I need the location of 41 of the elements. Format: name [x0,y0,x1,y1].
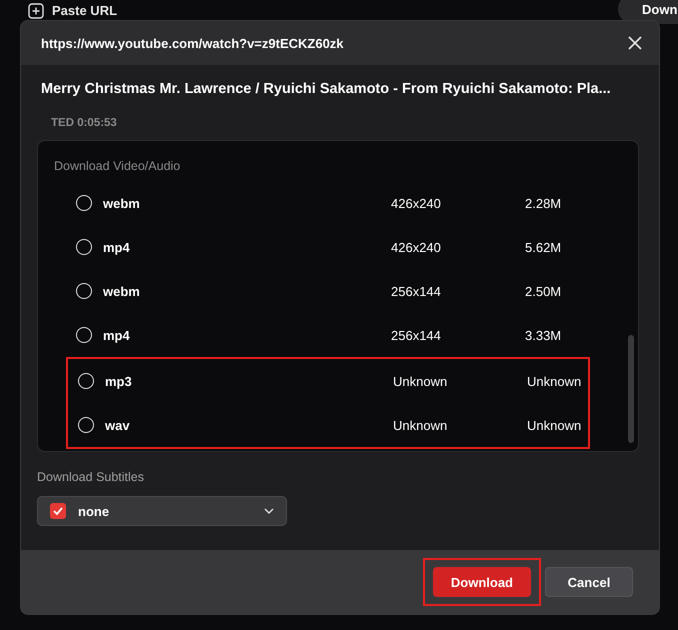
download-button[interactable]: Down [618,0,678,24]
check-icon [53,507,63,515]
dropdown-value: none [78,504,110,518]
radio-button[interactable] [76,239,92,255]
video-url: https://www.youtube.com/watch?v=z9tECKZ60zk [41,36,344,50]
subtitles-label: Download Subtitles [37,470,146,484]
radio-button[interactable] [76,283,92,299]
chevron-down-icon [264,508,274,514]
resolution-text: 426x240 [391,240,442,254]
radio-button[interactable] [76,195,92,211]
checkbox[interactable] [50,503,66,519]
file-size-text: 5.62M [525,240,562,254]
format-name: mp3 [105,374,133,388]
video-meta: TED 0:05:53 [51,117,118,129]
format-name: wav [105,418,131,432]
close-icon[interactable] [627,35,643,51]
file-size-text: 2.50M [525,284,562,298]
resolution-text: Unknown [393,374,448,388]
format-name: webm [103,196,141,210]
scrollbar-thumb[interactable] [628,335,634,443]
format-name: mp4 [103,240,131,254]
radio-button[interactable] [78,417,94,433]
file-size-text: Unknown [527,418,582,432]
video-title: Merry Christmas Mr. Lawrence / Ryuichi Sakamoto - From Ryuichi Sakamoto: Pla... [41,81,611,97]
radio-button[interactable] [78,373,94,389]
download-button[interactable]: Download [432,567,531,597]
file-size-text: Unknown [527,374,582,388]
resolution-text: 256x144 [391,328,442,342]
radio-button[interactable] [76,327,92,343]
resolution-text: 256x144 [391,284,442,298]
resolution-text: Unknown [393,418,448,432]
section-label: Download Video/Audio [54,159,182,173]
resolution-text: 426x240 [391,196,442,210]
subtitles-dropdown[interactable]: none [37,496,287,526]
cancel-button[interactable]: Cancel [545,567,633,597]
paste-url-label[interactable]: Paste URL [52,2,118,18]
format-name: mp4 [103,328,131,342]
file-size-text: 2.28M [525,196,562,210]
format-name: webm [103,284,141,298]
file-size-text: 3.33M [525,328,562,342]
plus-square-icon[interactable] [28,3,44,19]
